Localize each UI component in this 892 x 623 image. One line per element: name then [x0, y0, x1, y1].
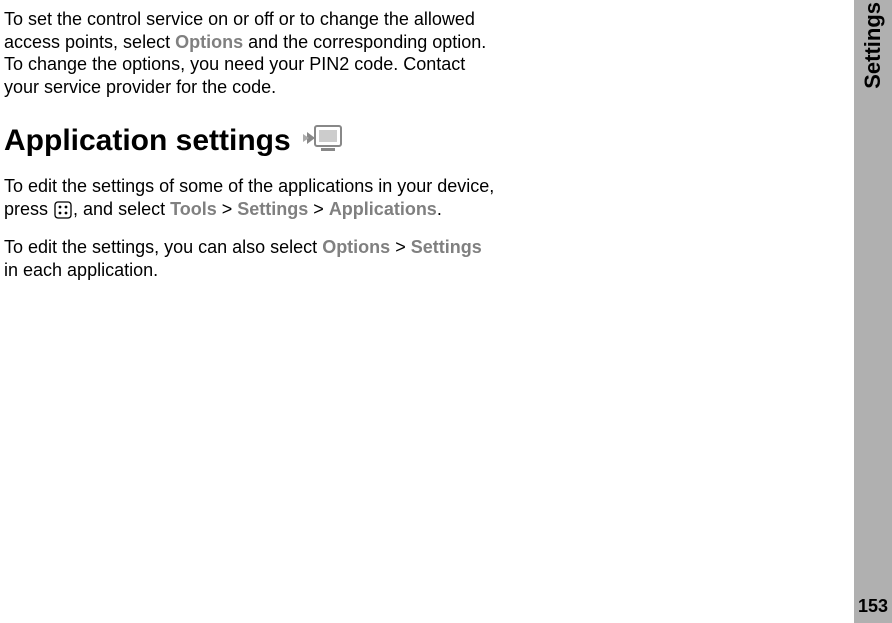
heading-row: Application settings — [4, 120, 500, 161]
sidebar-tab: Settings 153 — [854, 0, 892, 623]
settings-ref: Settings — [237, 199, 308, 219]
para3-text-2: in each application. — [4, 260, 158, 280]
intro-paragraph: To set the control service on or off or … — [4, 8, 500, 98]
gt-3: > — [390, 237, 411, 257]
sidebar-label: Settings — [860, 2, 886, 89]
settings-ref-2: Settings — [411, 237, 482, 257]
gt-2: > — [308, 199, 329, 219]
applications-ref: Applications — [329, 199, 437, 219]
para3-text-1: To edit the settings, you can also selec… — [4, 237, 322, 257]
para2-text-3: . — [437, 199, 442, 219]
tools-ref: Tools — [170, 199, 217, 219]
options-ref-2: Options — [322, 237, 390, 257]
gt-1: > — [217, 199, 238, 219]
section-heading: Application settings — [4, 124, 291, 158]
options-ref: Options — [175, 32, 243, 52]
paragraph-3: To edit the settings, you can also selec… — [4, 236, 500, 281]
paragraph-2: To edit the settings of some of the appl… — [4, 175, 500, 220]
home-key-icon — [53, 200, 73, 220]
application-settings-icon — [301, 120, 345, 161]
content-column: To set the control service on or off or … — [0, 0, 500, 281]
page-number: 153 — [858, 596, 888, 617]
para2-text-2: , and select — [73, 199, 170, 219]
document-page: To set the control service on or off or … — [0, 0, 892, 623]
